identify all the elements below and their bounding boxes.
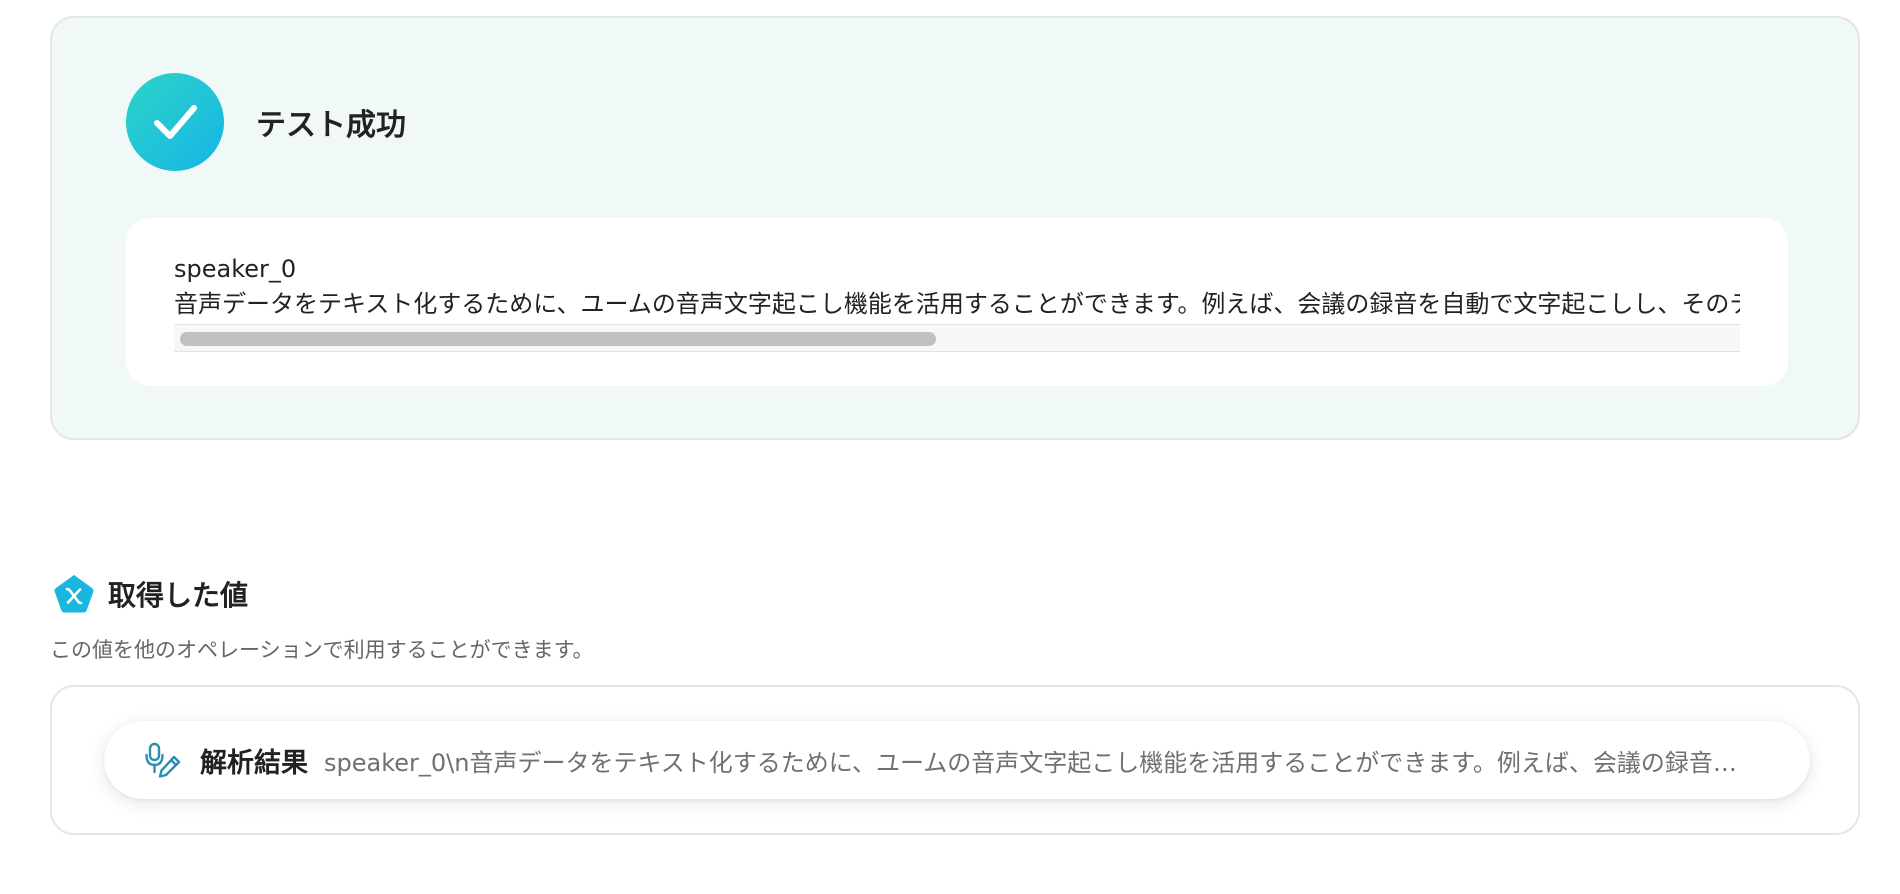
test-output-scroll-area[interactable]: speaker_0 音声データをテキスト化するために、ユームの音声文字起こし機能… (174, 252, 1740, 352)
retrieved-values-panel: 解析結果 speaker_0\n音声データをテキスト化するために、ユームの音声文… (50, 685, 1860, 835)
horizontal-scrollbar[interactable] (174, 324, 1740, 352)
output-transcript-text: 音声データをテキスト化するために、ユームの音声文字起こし機能を活用することができ… (174, 290, 1740, 318)
test-success-title: テスト成功 (256, 108, 406, 143)
value-chip-analysis-result[interactable]: 解析結果 speaker_0\n音声データをテキスト化するために、ユームの音声文… (104, 721, 1810, 799)
variable-pentagon-icon (54, 575, 94, 613)
retrieved-values-title: 取得した値 (108, 579, 249, 612)
scrollbar-thumb[interactable] (180, 332, 936, 346)
microphone-pen-icon (145, 742, 181, 778)
test-success-header: テスト成功 (126, 73, 406, 171)
retrieved-values-header: 取得した値 (52, 572, 248, 616)
success-check-icon (126, 73, 224, 171)
checkmark-icon (154, 105, 197, 139)
value-chip-label: 解析結果 (200, 747, 308, 779)
test-output-card: speaker_0 音声データをテキスト化するために、ユームの音声文字起こし機能… (126, 218, 1788, 386)
page: テスト成功 speaker_0 音声データをテキスト化するために、ユームの音声文… (0, 0, 1900, 894)
output-speaker-label: speaker_0 (174, 255, 297, 283)
test-success-panel: テスト成功 speaker_0 音声データをテキスト化するために、ユームの音声文… (50, 16, 1860, 440)
value-chip-preview: speaker_0\n音声データをテキスト化するために、ユームの音声文字起こし機… (324, 748, 1750, 777)
retrieved-values-description: この値を他のオペレーションで利用することができます。 (50, 638, 594, 662)
